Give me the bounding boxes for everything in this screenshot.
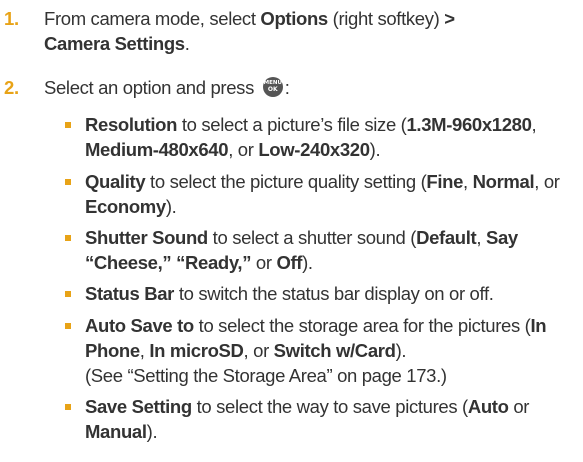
step-text-part: :	[284, 77, 290, 98]
option-title: Quality	[85, 171, 146, 192]
step-number: 2.	[4, 77, 19, 98]
step-number: 1.	[4, 8, 19, 29]
option-desc: to select the storage area for the pictu…	[193, 315, 531, 336]
bullet-square-icon	[65, 179, 71, 185]
document-page: 1. From camera mode, select Options (rig…	[0, 0, 583, 462]
separator: , or	[243, 340, 274, 361]
option-value: Economy	[85, 196, 166, 217]
option-title: Resolution	[85, 114, 178, 135]
bullet-square-icon	[65, 291, 71, 297]
option-title: Auto Save to	[85, 315, 194, 336]
bullet-square-icon	[65, 235, 71, 241]
option-title: Status Bar	[85, 283, 175, 304]
option-value: 1.3M-960x1280	[406, 114, 532, 135]
separator: ,	[476, 227, 486, 248]
option-desc: to switch the status bar display on or o…	[174, 283, 494, 304]
option-value: Auto	[467, 396, 509, 417]
menu-arrow: >	[444, 8, 455, 29]
step-text-part: From camera mode, select	[44, 8, 261, 29]
list-item-auto-save: Auto Save to to select the storage area …	[65, 313, 575, 388]
option-desc: to select the way to save pictures (	[191, 396, 469, 417]
key-label-ok: OK	[267, 86, 278, 93]
option-desc: to select a picture’s file size (	[177, 114, 407, 135]
separator: ).	[146, 421, 158, 442]
option-value: Switch w/Card	[273, 340, 396, 361]
separator: ,	[531, 114, 537, 135]
list-item-status-bar: Status Bar to switch the status bar disp…	[65, 281, 575, 306]
step-text-part: (right softkey)	[327, 8, 445, 29]
list-item-resolution: Resolution to select a picture’s file si…	[65, 112, 575, 162]
option-title: Save Setting	[85, 396, 192, 417]
separator: ).	[302, 252, 313, 273]
option-value: Off	[276, 252, 303, 273]
menu-ok-key-icon: MENU OK	[262, 77, 283, 97]
option-value: Normal	[472, 171, 535, 192]
separator: ,	[139, 340, 150, 361]
option-value: In microSD	[149, 340, 244, 361]
step-text: From camera mode, select Options (right …	[44, 6, 575, 56]
separator: ).	[369, 139, 381, 160]
list-item-save-setting: Save Setting to select the way to save p…	[65, 394, 575, 444]
bullet-square-icon	[65, 323, 71, 329]
separator: ).	[165, 196, 177, 217]
options-term: Options	[260, 8, 328, 29]
separator: , or	[534, 171, 560, 192]
option-desc: to select a shutter sound (	[207, 227, 417, 248]
separator: , or	[228, 139, 259, 160]
bullet-square-icon	[65, 122, 71, 128]
separator: ,	[463, 171, 473, 192]
list-item-quality: Quality to select the picture quality se…	[65, 169, 575, 219]
separator: or	[508, 396, 530, 417]
option-value: Default	[416, 227, 477, 248]
cross-reference-note: (See “Setting the Storage Area” on page …	[85, 365, 447, 386]
list-item-shutter-sound: Shutter Sound to select a shutter sound …	[65, 225, 575, 275]
separator: ).	[395, 340, 407, 361]
step-text-part: .	[184, 33, 190, 54]
camera-settings-term: Camera Settings	[44, 33, 185, 54]
option-desc: to select the picture quality setting (	[145, 171, 427, 192]
option-value: Medium-480x640	[85, 139, 229, 160]
option-value: Fine	[426, 171, 464, 192]
separator: or	[251, 252, 277, 273]
option-value: “Ready,”	[176, 252, 252, 273]
option-value: Manual	[85, 421, 147, 442]
option-title: Shutter Sound	[85, 227, 208, 248]
bullet-square-icon	[65, 404, 71, 410]
step-text: Select an option and press MENU OK:	[44, 75, 575, 100]
option-value: Low-240x320	[258, 139, 370, 160]
step-text-part: Select an option and press	[44, 77, 259, 98]
